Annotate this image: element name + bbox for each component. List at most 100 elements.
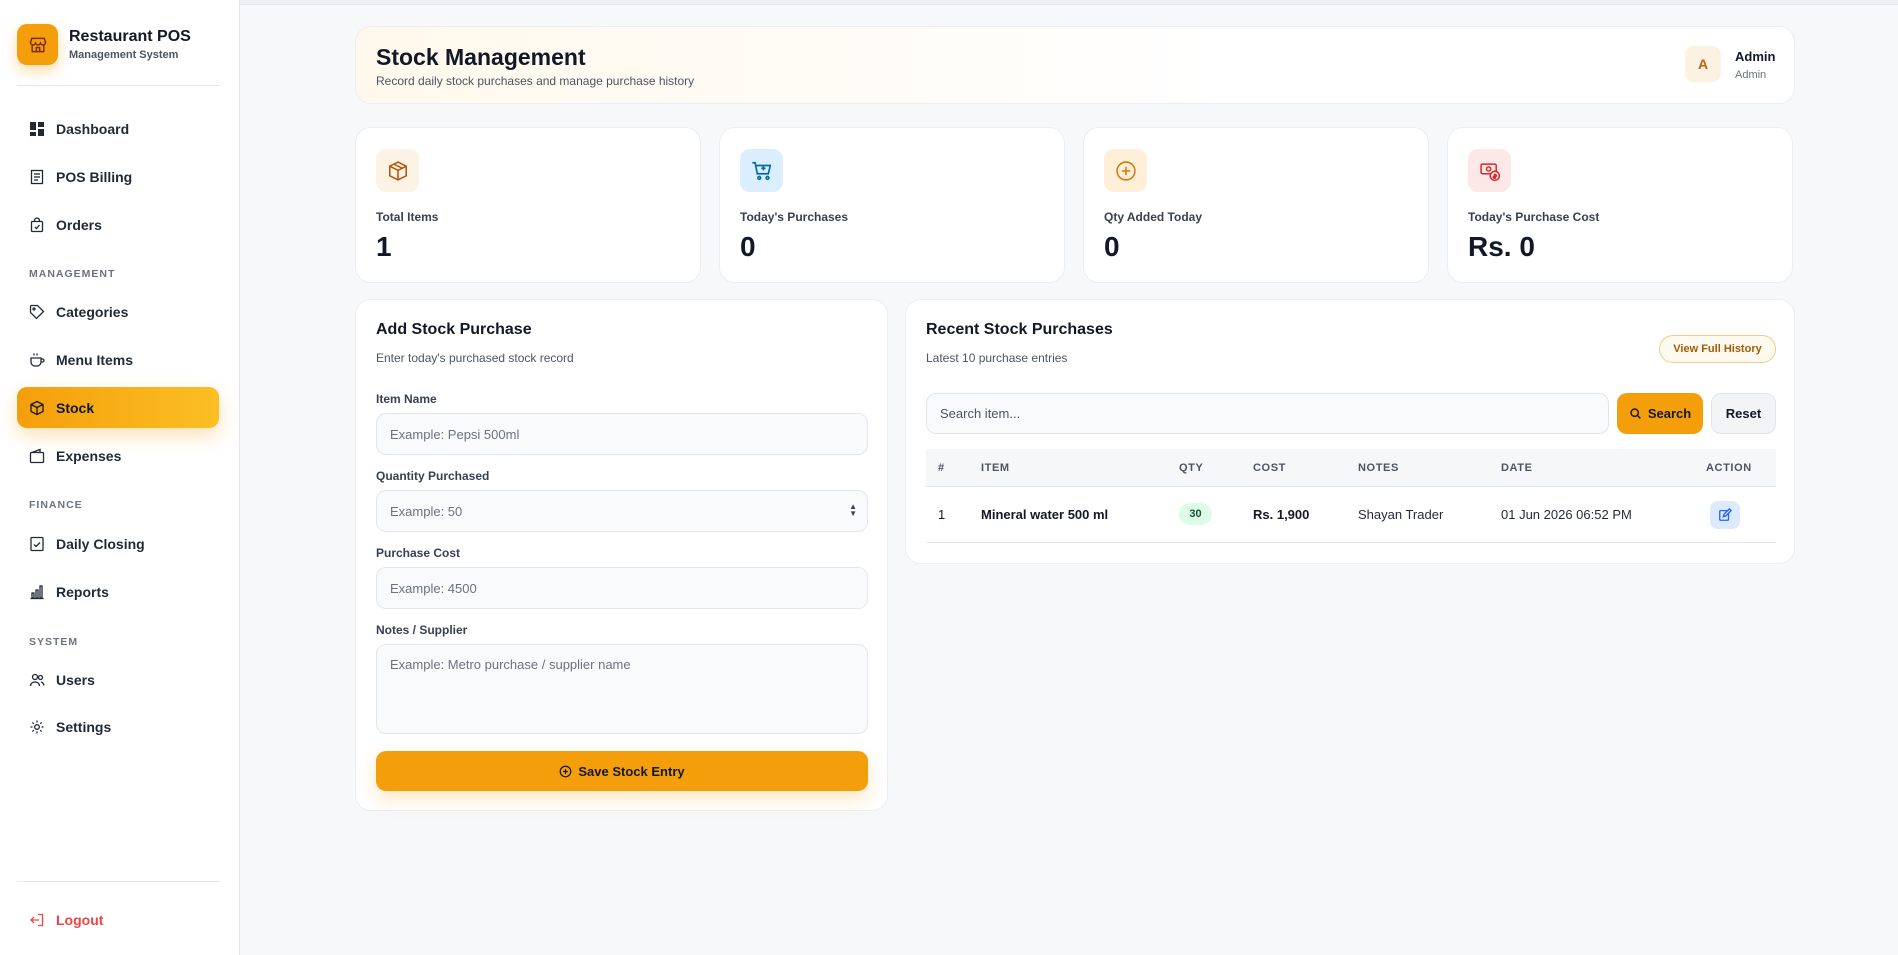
brand: Restaurant POS Management System	[17, 24, 191, 65]
notes-textarea[interactable]	[376, 644, 868, 734]
stat-value: Rs. 0	[1468, 231, 1535, 262]
sidebar-item-reports[interactable]: Reports	[17, 571, 219, 612]
sidebar-item-label: Users	[56, 671, 95, 688]
qty-badge: 30	[1179, 503, 1212, 525]
column-header: NOTES	[1358, 462, 1399, 474]
search-label: Search	[1647, 406, 1692, 421]
top-border	[0, 0, 1898, 5]
search-button[interactable]: Search	[1617, 393, 1703, 434]
stat-label: Today's Purchases	[740, 210, 849, 224]
page-subtitle: Record daily stock purchases and manage …	[376, 74, 695, 88]
column-header: DATE	[1501, 462, 1533, 474]
quantity-label: Quantity Purchased	[376, 469, 490, 483]
plus-circle-icon	[1104, 149, 1147, 192]
view-full-history-button[interactable]: View Full History	[1659, 335, 1776, 363]
sidebar-item-orders[interactable]: Orders	[17, 204, 219, 245]
table-row: 1 Mineral water 500 ml 30 Rs. 1,900 Shay…	[926, 487, 1776, 543]
sidebar-item-pos-billing[interactable]: POS Billing	[17, 156, 219, 197]
cell-notes: Shayan Trader	[1358, 507, 1444, 522]
recent-title: Recent Stock Purchases	[926, 321, 1113, 338]
users-icon	[29, 672, 45, 688]
sidebar-item-settings[interactable]: Settings	[17, 706, 219, 747]
quantity-input[interactable]	[376, 490, 868, 532]
table-header: # ITEM QTY COST NOTES DATE ACTION	[926, 449, 1776, 487]
sidebar-item-label: Expenses	[56, 447, 122, 464]
sidebar-item-categories[interactable]: Categories	[17, 291, 219, 332]
sidebar-item-label: Categories	[56, 303, 129, 320]
item-name-label: Item Name	[376, 392, 437, 406]
avatar[interactable]: A	[1685, 46, 1721, 82]
recent-purchases: Recent Stock Purchases Latest 10 purchas…	[905, 299, 1795, 564]
app-title: Restaurant POS	[69, 28, 191, 45]
edit-icon	[1719, 508, 1732, 521]
dashboard-icon	[29, 121, 45, 137]
stat-label: Total Items	[376, 210, 439, 224]
sidebar-item-label: Orders	[56, 216, 102, 233]
bar-chart-icon	[29, 584, 45, 600]
stat-card-total-items: Total Items 1	[355, 127, 701, 283]
user-role: Admin	[1735, 69, 1767, 81]
quantity-stepper: ▲▼	[356, 490, 889, 532]
edit-button[interactable]	[1710, 501, 1740, 529]
divider	[17, 85, 220, 86]
form-title: Add Stock Purchase	[376, 321, 532, 338]
logout-button[interactable]: Logout	[17, 899, 219, 940]
sidebar-item-users[interactable]: Users	[17, 659, 219, 700]
column-header: COST	[1253, 462, 1286, 474]
store-icon	[17, 24, 58, 65]
stat-label: Qty Added Today	[1104, 210, 1203, 224]
sidebar-item-label: Menu Items	[56, 351, 134, 368]
column-header: ITEM	[981, 462, 1010, 474]
cell-cost: Rs. 1,900	[1253, 507, 1310, 522]
logout-icon	[29, 912, 45, 928]
stat-value: 0	[740, 231, 756, 262]
sidebar-item-label: Stock	[56, 399, 95, 416]
sidebar-item-expenses[interactable]: Expenses	[17, 435, 219, 476]
tag-icon	[29, 304, 45, 320]
purchase-cost-label: Purchase Cost	[376, 546, 461, 560]
sidebar-item-dashboard[interactable]: Dashboard	[17, 108, 219, 149]
sidebar-item-label: POS Billing	[56, 168, 133, 185]
purchase-cost-input[interactable]	[376, 567, 868, 609]
sidebar-item-stock[interactable]: Stock	[17, 387, 219, 428]
sidebar-item-label: Dashboard	[56, 120, 130, 137]
stat-label: Today's Purchase Cost	[1468, 210, 1600, 224]
stat-value: 1	[376, 231, 392, 262]
plus-circle-icon	[560, 765, 572, 777]
box-icon	[29, 400, 45, 416]
cash-icon	[1468, 149, 1511, 192]
save-stock-label: Save Stock Entry	[578, 763, 685, 779]
cart-plus-icon	[740, 149, 783, 192]
sidebar-item-daily-closing[interactable]: Daily Closing	[17, 523, 219, 564]
sidebar-item-label: Reports	[56, 583, 109, 600]
page-header: Stock Management Record daily stock purc…	[355, 26, 1795, 104]
stat-value: 0	[1104, 231, 1120, 262]
stat-card-todays-purchases: Today's Purchases 0	[719, 127, 1065, 283]
item-name-input[interactable]	[376, 413, 868, 455]
page-title: Stock Management	[376, 44, 586, 70]
search-input[interactable]	[926, 393, 1609, 434]
app-subtitle: Management System	[69, 49, 179, 61]
user-name: Admin	[1735, 49, 1776, 64]
shopping-bag-icon	[29, 216, 45, 233]
column-header: QTY	[1179, 462, 1204, 474]
cell-date: 01 Jun 2026 06:52 PM	[1501, 507, 1632, 522]
coffee-cup-icon	[29, 352, 45, 368]
spinner-icon[interactable]: ▲ ▼	[849, 503, 857, 518]
add-stock-form: Add Stock Purchase Enter today's purchas…	[355, 299, 888, 811]
sidebar: Restaurant POS Management System Dashboa…	[0, 0, 240, 955]
notes-label: Notes / Supplier	[376, 623, 468, 637]
checklist-icon	[29, 536, 45, 552]
section-management: MANAGEMENT	[29, 268, 116, 280]
receipt-icon	[29, 169, 45, 185]
box-icon	[376, 149, 419, 192]
reset-button[interactable]: Reset	[1711, 393, 1776, 434]
form-subtitle: Enter today's purchased stock record	[376, 351, 574, 365]
divider	[17, 881, 220, 882]
gear-icon	[29, 719, 45, 735]
save-stock-button[interactable]: Save Stock Entry	[376, 751, 868, 791]
stat-card-todays-purchase-cost: Today's Purchase Cost Rs. 0	[1447, 127, 1793, 283]
cell-number: 1	[938, 507, 946, 522]
sidebar-item-menu-items[interactable]: Menu Items	[17, 339, 219, 380]
section-finance: FINANCE	[29, 499, 83, 511]
